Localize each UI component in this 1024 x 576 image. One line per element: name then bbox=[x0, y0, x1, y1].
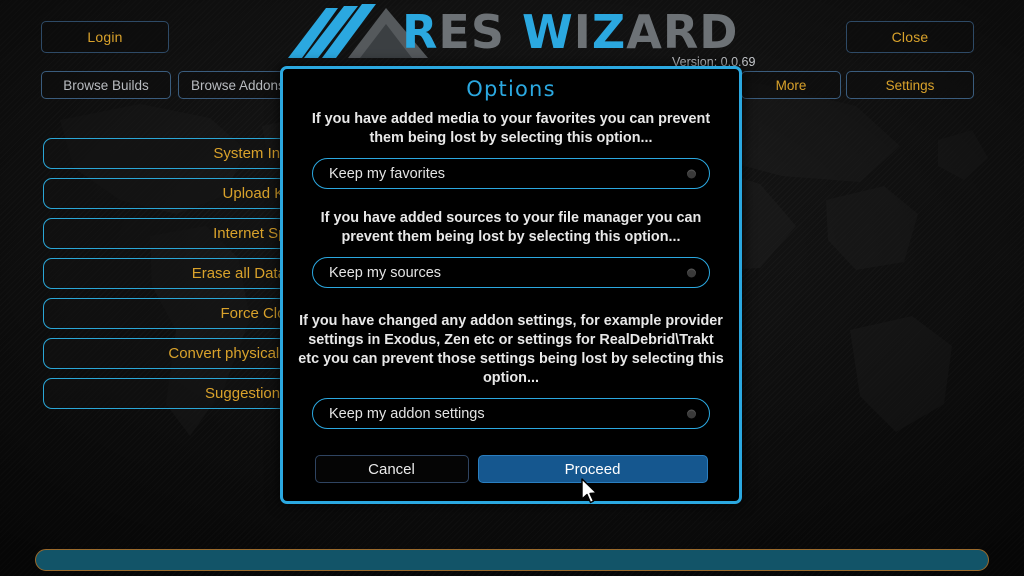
radio-indicator-icon[interactable] bbox=[687, 169, 696, 178]
options-dialog: Options If you have added media to your … bbox=[280, 66, 742, 504]
app-window: Login Close RES WIZARD Version: 0.0.69 B… bbox=[0, 0, 1024, 576]
close-button[interactable]: Close bbox=[846, 21, 974, 53]
keep-addon-settings-field[interactable]: Keep my addon settings bbox=[312, 398, 710, 429]
keep-sources-field[interactable]: Keep my sources bbox=[312, 257, 710, 288]
nav-browse-builds-label: Browse Builds bbox=[63, 77, 149, 93]
addons-description: If you have changed any addon settings, … bbox=[298, 313, 724, 386]
nav-more-label: More bbox=[775, 77, 807, 93]
radio-indicator-icon[interactable] bbox=[687, 409, 696, 418]
login-button-label: Login bbox=[87, 29, 123, 45]
proceed-button[interactable]: Proceed bbox=[477, 455, 708, 483]
dialog-title: Options bbox=[466, 77, 556, 101]
keep-addon-settings-label: Keep my addon settings bbox=[329, 405, 485, 422]
radio-indicator-icon[interactable] bbox=[687, 268, 696, 277]
nav-browse-builds[interactable]: Browse Builds bbox=[41, 71, 171, 99]
proceed-button-label: Proceed bbox=[564, 460, 621, 478]
login-button[interactable]: Login bbox=[41, 21, 169, 53]
nav-more[interactable]: More bbox=[741, 71, 841, 99]
progress-bar bbox=[35, 549, 989, 571]
sources-description: If you have added sources to your file m… bbox=[320, 210, 702, 245]
nav-browse-addons-label: Browse Addons bbox=[191, 77, 285, 93]
dialog-actions: Cancel Proceed bbox=[283, 455, 739, 483]
nav-settings-label: Settings bbox=[885, 77, 935, 93]
favorites-description: If you have added media to your favorite… bbox=[311, 111, 711, 146]
close-button-label: Close bbox=[891, 29, 929, 45]
keep-favorites-field[interactable]: Keep my favorites bbox=[312, 158, 710, 189]
logo-wordmark: RES WIZARD bbox=[402, 5, 738, 59]
keep-sources-label: Keep my sources bbox=[329, 264, 442, 281]
keep-favorites-label: Keep my favorites bbox=[329, 165, 446, 182]
nav-settings[interactable]: Settings bbox=[846, 71, 974, 99]
cancel-button[interactable]: Cancel bbox=[314, 455, 469, 483]
app-logo: RES WIZARD bbox=[252, 2, 782, 60]
cancel-button-label: Cancel bbox=[368, 460, 415, 478]
